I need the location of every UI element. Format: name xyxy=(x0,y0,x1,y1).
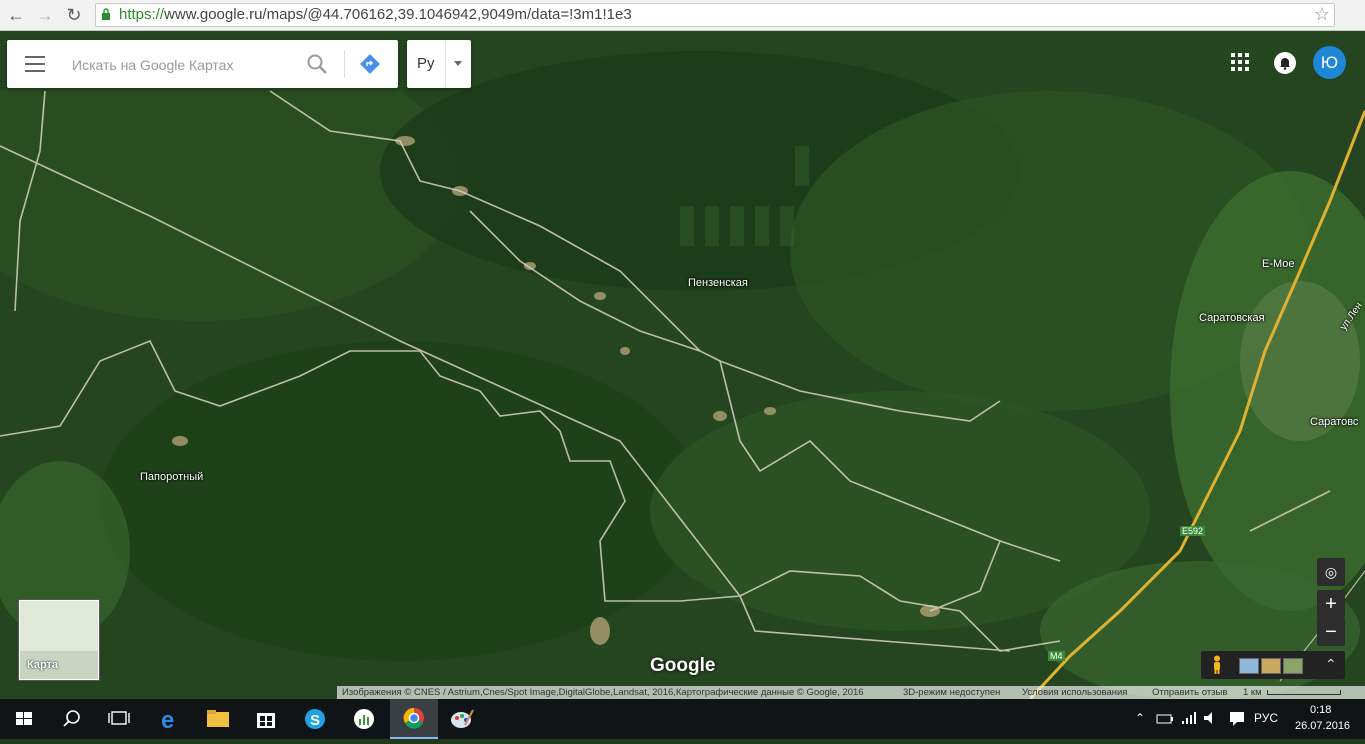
battery-icon[interactable] xyxy=(1156,711,1174,727)
search-divider xyxy=(344,50,345,78)
monitor-app-icon[interactable] xyxy=(340,699,388,739)
task-view-icon[interactable] xyxy=(96,699,144,739)
avatar[interactable]: Ю xyxy=(1313,46,1346,79)
forward-arrow-icon[interactable]: → xyxy=(33,3,57,27)
input-language[interactable]: РУС xyxy=(1254,711,1278,725)
browser-toolbar: ← → ↻ https://www.google.ru/maps/@44.706… xyxy=(0,0,1365,31)
minimap-label: Карта xyxy=(27,659,59,671)
reload-icon[interactable]: ↻ xyxy=(62,3,86,27)
notification-bell-icon[interactable] xyxy=(1274,52,1296,74)
imagery-thumbnail-2[interactable] xyxy=(1261,658,1281,674)
terms-link[interactable]: Условия использования xyxy=(1022,686,1127,699)
address-bar[interactable]: https://www.google.ru/maps/@44.706162,39… xyxy=(95,3,1335,27)
scale-label[interactable]: 1 км xyxy=(1243,686,1262,699)
clock-date[interactable]: 26.07.2016 xyxy=(1295,720,1350,732)
place-label-penzenskaya[interactable]: Пензенская xyxy=(688,277,748,289)
language-divider xyxy=(445,40,446,88)
store-icon[interactable] xyxy=(242,699,290,739)
scale-bar xyxy=(1267,690,1341,695)
place-label-saratovskaya[interactable]: Саратовская xyxy=(1199,312,1265,324)
google-logo: Google xyxy=(650,655,716,676)
directions-icon[interactable] xyxy=(359,53,381,75)
road-shield-m4: M4 xyxy=(1048,651,1065,661)
url-text: https://www.google.ru/maps/@44.706162,39… xyxy=(119,6,632,23)
place-label-paporotny[interactable]: Папоротный xyxy=(140,471,203,483)
imagery-credits: Изображения © CNES / Astrium,Cnes/Spot I… xyxy=(342,687,864,698)
search-icon[interactable] xyxy=(305,52,329,76)
my-location-icon[interactable]: ◎ xyxy=(1317,558,1345,586)
chevron-up-icon[interactable]: ⌃ xyxy=(1135,711,1145,725)
map-type-toggle[interactable]: Карта xyxy=(19,600,99,680)
road-shield-e592: E592 xyxy=(1180,526,1206,536)
language-label: Ру xyxy=(417,55,435,72)
file-explorer-icon[interactable] xyxy=(194,699,242,739)
dropdown-arrow-icon[interactable] xyxy=(454,61,462,66)
network-signal-icon[interactable] xyxy=(1181,710,1197,726)
language-selector[interactable]: Ру xyxy=(407,40,471,88)
svg-text:e: e xyxy=(161,707,174,734)
imagery-thumbnail-1[interactable] xyxy=(1239,658,1259,674)
menu-icon[interactable] xyxy=(25,56,45,72)
taskbar: e S ⌃ РУС 0:18 26.07.2016 xyxy=(0,699,1365,739)
place-label-emoe[interactable]: Е-Мое xyxy=(1262,258,1295,270)
satellite-imagery xyxy=(0,31,1365,699)
volume-icon[interactable] xyxy=(1202,710,1220,726)
edge-browser-icon[interactable]: e xyxy=(146,699,194,739)
place-label-saratovs[interactable]: Саратовс xyxy=(1310,416,1358,428)
skype-icon[interactable]: S xyxy=(291,699,339,739)
3d-unavailable-text: 3D-режим недоступен xyxy=(903,687,1001,698)
windows-logo-icon xyxy=(16,712,32,725)
chrome-icon[interactable] xyxy=(390,699,438,739)
star-icon[interactable]: ☆ xyxy=(1314,4,1330,25)
clock-time[interactable]: 0:18 xyxy=(1310,704,1331,716)
imagery-bar: ⌃ xyxy=(1201,651,1345,679)
svg-text:S: S xyxy=(310,712,320,729)
back-arrow-icon[interactable]: ← xyxy=(4,3,28,27)
action-center-icon[interactable] xyxy=(1228,709,1246,727)
search-input[interactable] xyxy=(70,53,299,77)
start-button[interactable] xyxy=(0,699,48,739)
apps-grid-icon[interactable] xyxy=(1231,53,1249,71)
paint-icon[interactable] xyxy=(438,699,486,739)
search-icon[interactable] xyxy=(48,699,96,739)
imagery-thumbnail-3[interactable] xyxy=(1283,658,1303,674)
map-canvas[interactable]: Пензенская Папоротный Саратовская Сарато… xyxy=(0,31,1365,699)
zoom-out-button[interactable]: − xyxy=(1317,618,1345,646)
pegman-icon[interactable] xyxy=(1211,655,1223,675)
lock-icon xyxy=(102,8,110,20)
zoom-in-button[interactable]: + xyxy=(1317,590,1345,618)
attribution-bar: Изображения © CNES / Astrium,Cnes/Spot I… xyxy=(337,686,1365,699)
chevron-up-icon[interactable]: ⌃ xyxy=(1325,656,1337,673)
feedback-link[interactable]: Отправить отзыв xyxy=(1152,686,1227,699)
search-box xyxy=(7,40,398,88)
